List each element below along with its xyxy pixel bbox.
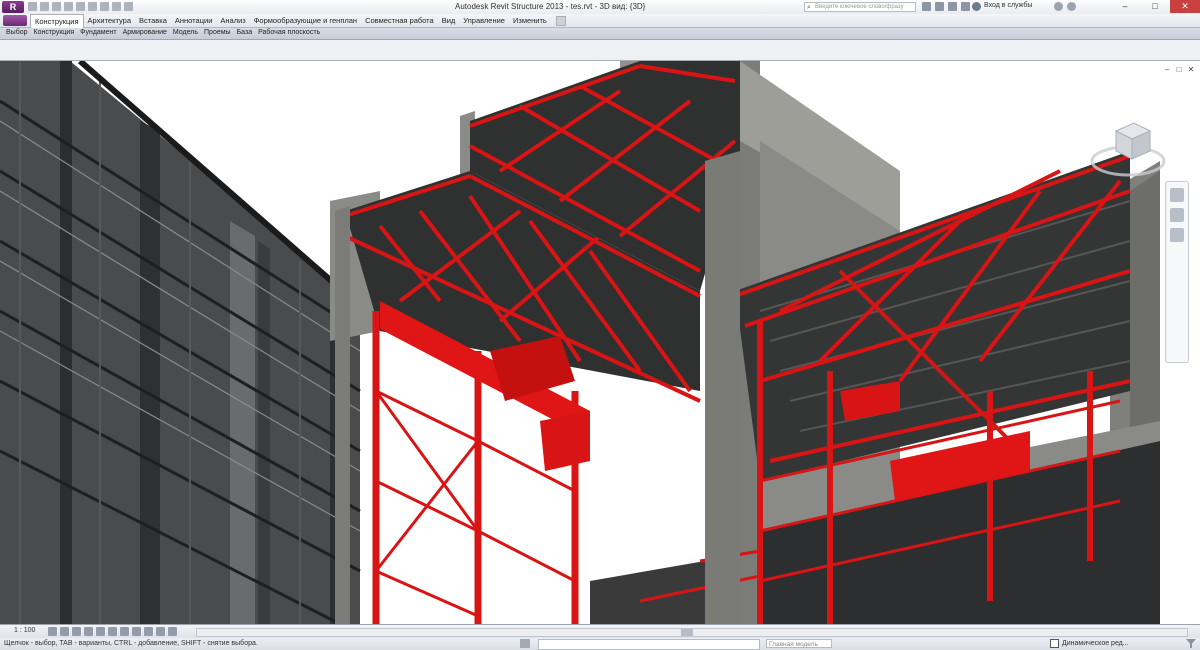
reveal-hidden-icon[interactable] (156, 627, 165, 636)
view-window-controls: – □ ✕ (1162, 65, 1196, 74)
temporary-hide-icon[interactable] (144, 627, 153, 636)
undo-icon[interactable] (52, 2, 61, 11)
3d-view-icon[interactable] (112, 2, 121, 11)
navigation-bar (1165, 181, 1189, 363)
binoculars-icon[interactable] (922, 2, 931, 11)
panel-list: Выбор Конструкция Фундамент Армирование … (3, 29, 323, 36)
render-icon[interactable] (96, 627, 105, 636)
text-icon[interactable] (100, 2, 109, 11)
sun-path-icon[interactable] (72, 627, 81, 636)
view-control-icons (48, 627, 177, 636)
sign-in-link[interactable]: Вход в службы (984, 2, 1032, 9)
worksets-icon[interactable] (520, 639, 530, 648)
panel-foundation[interactable]: Фундамент (77, 29, 119, 36)
filter-icon[interactable] (1186, 639, 1196, 648)
status-icons (520, 639, 530, 648)
redo-icon[interactable] (64, 2, 73, 11)
ribbon-tabs: Конструкция Архитектура Вставка Аннотаци… (0, 14, 1200, 29)
structural-model-render[interactable] (0, 61, 1200, 624)
print-icon[interactable] (76, 2, 85, 11)
favorites-icon[interactable] (961, 2, 970, 11)
show-crop-icon[interactable] (120, 627, 129, 636)
design-options-field[interactable]: Главная модель (766, 639, 832, 648)
options-bar (0, 40, 1200, 61)
analytical-model-icon[interactable] (168, 627, 177, 636)
help-icon[interactable] (1067, 2, 1076, 11)
panel-work-plane[interactable]: Рабочая плоскость (255, 29, 323, 36)
tab-list: Конструкция Архитектура Вставка Аннотаци… (30, 14, 551, 29)
panel-datum[interactable]: База (234, 29, 256, 36)
editable-label: Динамическое ред... (1062, 640, 1129, 647)
minimize-button[interactable]: – (1110, 0, 1140, 13)
orbit-icon[interactable] (1170, 228, 1184, 242)
detail-level-icon[interactable] (48, 627, 57, 636)
search-input[interactable]: Введите ключевое слово/фразу (804, 2, 916, 12)
visual-style-icon[interactable] (60, 627, 69, 636)
minimize-ribbon-icon[interactable] (556, 16, 566, 26)
tab-insert[interactable]: Вставка (135, 14, 171, 27)
status-bar: Щелчок - выбор, TAB - варианты, CTRL - д… (0, 638, 1200, 650)
panel-select[interactable]: Выбор (3, 29, 31, 36)
infocenter-tools (922, 2, 970, 11)
tab-analyze[interactable]: Анализ (216, 14, 249, 27)
panel-reinforcement[interactable]: Армирование (120, 29, 170, 36)
view-close-button[interactable]: ✕ (1186, 65, 1196, 74)
editable-option: Динамическое ред... (1050, 639, 1129, 648)
tab-modify[interactable]: Изменить (509, 14, 551, 27)
panel-opening[interactable]: Проемы (201, 29, 234, 36)
close-button[interactable]: ✕ (1170, 0, 1200, 13)
communication-icon[interactable] (948, 2, 957, 11)
status-hint: Щелчок - выбор, TAB - варианты, CTRL - д… (4, 640, 258, 647)
viewcube-icon[interactable] (1088, 113, 1168, 183)
user-icon (972, 2, 981, 11)
zoom-icon[interactable] (1170, 208, 1184, 222)
subscription-icon[interactable] (935, 2, 944, 11)
scrollbar-thumb[interactable] (681, 629, 693, 636)
editable-checkbox[interactable] (1050, 639, 1059, 648)
view-control-bar: 1 : 100 (0, 624, 1200, 638)
3d-viewport[interactable]: – □ ✕ (0, 61, 1200, 624)
section-icon[interactable] (124, 2, 133, 11)
view-restore-button[interactable]: □ (1174, 65, 1184, 74)
panel-structure[interactable]: Конструкция (31, 29, 78, 36)
tab-view[interactable]: Вид (438, 14, 460, 27)
tab-structure[interactable]: Конструкция (30, 14, 84, 29)
maximize-button[interactable]: □ (1140, 0, 1170, 13)
title-bar: R Autodesk Revit Structure 2013 - tes.rv… (0, 0, 1200, 15)
exchange-icon[interactable] (1054, 2, 1063, 11)
ribbon-panel-row: Выбор Конструкция Фундамент Армирование … (0, 28, 1200, 40)
application-menu-button[interactable] (3, 15, 27, 26)
horizontal-scrollbar[interactable] (196, 628, 1188, 637)
tab-annotate[interactable]: Аннотации (171, 14, 217, 27)
view-minimize-button[interactable]: – (1162, 65, 1172, 74)
crop-view-icon[interactable] (108, 627, 117, 636)
lock-view-icon[interactable] (132, 627, 141, 636)
window-controls: – □ ✕ (1110, 0, 1200, 13)
tab-manage[interactable]: Управление (459, 14, 509, 27)
shadows-icon[interactable] (84, 627, 93, 636)
measure-icon[interactable] (88, 2, 97, 11)
tab-collaborate[interactable]: Совместная работа (361, 14, 438, 27)
tab-architecture[interactable]: Архитектура (84, 14, 135, 27)
quick-access-toolbar (28, 2, 133, 11)
ribbon-state-toggle (556, 16, 566, 26)
open-icon[interactable] (28, 2, 37, 11)
left-building-frame (0, 61, 362, 624)
panel-model[interactable]: Модель (170, 29, 201, 36)
tab-massing-site[interactable]: Формообразующие и генплан (250, 14, 361, 27)
steering-wheel-icon[interactable] (1170, 188, 1184, 202)
window-title: Autodesk Revit Structure 2013 - tes.rvt … (455, 2, 646, 11)
help-tools (1054, 2, 1076, 11)
revit-logo-icon[interactable]: R (2, 1, 24, 13)
view-scale[interactable]: 1 : 100 (14, 627, 35, 634)
save-icon[interactable] (40, 2, 49, 11)
status-progress-field (538, 639, 760, 650)
